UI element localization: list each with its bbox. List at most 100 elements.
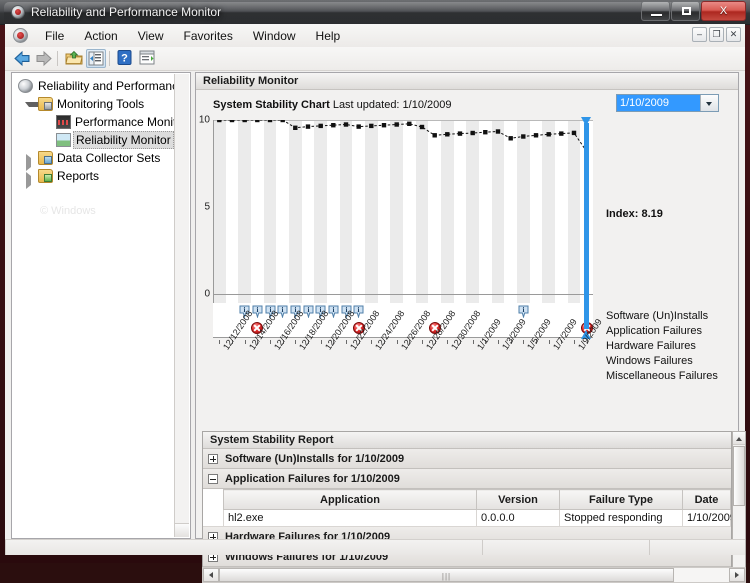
console-tree[interactable]: Reliability and Performance Monitoring T… xyxy=(11,72,191,539)
mdi-close-button[interactable]: ✕ xyxy=(726,27,741,42)
minimize-button[interactable] xyxy=(641,1,670,21)
close-button[interactable]: X xyxy=(701,1,746,21)
help-icon[interactable]: ? xyxy=(116,49,136,68)
report-vertical-scrollbar[interactable] xyxy=(732,431,746,581)
info-icon[interactable]: i xyxy=(252,305,263,319)
column-header-version[interactable]: Version xyxy=(476,489,560,510)
scroll-left-button[interactable] xyxy=(203,568,219,582)
toolbar: ? xyxy=(5,47,745,71)
scroll-down-button[interactable] xyxy=(175,523,189,537)
date-picker[interactable]: 1/10/2009 xyxy=(616,94,719,112)
x-axis-tick xyxy=(295,340,297,344)
marker-shaft xyxy=(584,123,590,329)
menu-items: File Action View Favorites Window Help xyxy=(35,24,350,47)
x-axis-tick xyxy=(422,340,423,344)
status-divider-1 xyxy=(482,540,484,555)
mdi-restore-button[interactable]: ❐ xyxy=(709,27,724,42)
table-header-row: Application Version Failure Type Date xyxy=(203,489,731,510)
chart-title-main: System Stability Chart xyxy=(213,99,330,111)
tree-node-reports[interactable]: Reports xyxy=(16,167,174,189)
show-hide-console-tree-icon[interactable] xyxy=(86,49,106,68)
tree-node-label: Data Collector Sets xyxy=(57,151,161,165)
stability-index-line xyxy=(217,120,589,154)
chevron-down-icon[interactable] xyxy=(700,95,718,111)
pane-header: Reliability Monitor xyxy=(196,73,738,90)
svg-text:i: i xyxy=(358,306,360,314)
table-row[interactable]: hl2.exe 0.0.0.0 Stopped responding 1/10/… xyxy=(203,509,731,527)
column-header-failure-type[interactable]: Failure Type xyxy=(559,489,683,510)
application-failures-table: Application Version Failure Type Date hl… xyxy=(203,489,731,527)
tree-vertical-scrollbar[interactable] xyxy=(174,74,189,537)
menu-help[interactable]: Help xyxy=(306,26,351,46)
menu-action[interactable]: Action xyxy=(74,26,127,46)
up-folder-icon[interactable] xyxy=(64,49,84,68)
expand-icon[interactable] xyxy=(208,454,218,464)
report-section-application-failures[interactable]: Application Failures for 1/10/2009 xyxy=(203,469,731,489)
scroll-thumb[interactable] xyxy=(733,446,745,506)
system-stability-chart: System Stability Chart Last updated: 1/1… xyxy=(196,90,738,415)
tree-node-label: Reliability Monitor xyxy=(73,131,174,149)
reliability-monitor-icon xyxy=(56,133,71,147)
legend-label: Miscellaneous Failures xyxy=(606,370,718,382)
tree-node-label: Reports xyxy=(57,169,100,183)
performance-monitor-icon xyxy=(56,115,71,129)
chart-title: System Stability Chart Last updated: 1/1… xyxy=(213,99,451,111)
collapse-icon[interactable] xyxy=(208,474,218,484)
scroll-track[interactable]: ||| xyxy=(219,568,729,582)
chart-legend: Software (Un)Installs Application Failur… xyxy=(606,309,718,384)
window-controls: X xyxy=(641,1,746,22)
perfmon-root-icon xyxy=(18,79,33,93)
cell-version: 0.0.0.0 xyxy=(476,509,560,527)
svg-text:i: i xyxy=(522,306,524,314)
menu-file[interactable]: File xyxy=(35,26,74,46)
x-axis-tick xyxy=(574,340,575,344)
folder-grey-icon xyxy=(38,97,53,111)
watermark: © Windows xyxy=(40,205,96,217)
x-axis-tick xyxy=(548,340,550,344)
scroll-up-button[interactable] xyxy=(733,432,745,445)
x-axis-labels: 12/12/2008 12/14/2008 12/16/2008 12/18/2008… xyxy=(213,309,604,400)
y-axis-label-0: 0 xyxy=(204,288,210,300)
svg-text:?: ? xyxy=(121,52,128,64)
menu-window[interactable]: Window xyxy=(243,26,306,46)
tree-node-performance-monitor[interactable]: Performance Monitor xyxy=(16,113,187,131)
minimize-icon: – xyxy=(696,29,702,39)
menu-favorites[interactable]: Favorites xyxy=(174,26,243,46)
forward-icon[interactable] xyxy=(34,49,54,68)
report-horizontal-scrollbar[interactable]: ||| xyxy=(202,567,746,583)
tree-node-data-collector-sets[interactable]: Data Collector Sets xyxy=(16,149,174,171)
tree-node-monitoring-tools[interactable]: Monitoring Tools xyxy=(16,95,174,113)
menu-bar: File Action View Favorites Window Help –… xyxy=(5,24,745,48)
status-bar xyxy=(5,539,745,555)
column-header-date[interactable]: Date xyxy=(682,489,731,510)
perfmon-icon xyxy=(11,5,25,19)
maximize-button[interactable] xyxy=(671,1,700,21)
back-icon[interactable] xyxy=(12,49,32,68)
svg-text:i: i xyxy=(256,306,258,314)
cell-failure-type: Stopped responding xyxy=(559,509,683,527)
selected-date-marker[interactable] xyxy=(581,117,592,339)
menu-view[interactable]: View xyxy=(128,26,174,46)
scroll-thumb[interactable]: ||| xyxy=(219,568,674,582)
column-header-application[interactable]: Application xyxy=(223,489,477,510)
tree-node-reliability-monitor[interactable]: Reliability Monitor xyxy=(16,131,174,149)
scroll-right-button[interactable] xyxy=(729,568,745,582)
folder-blue-icon xyxy=(38,151,53,165)
stability-index-value: Index: 8.19 xyxy=(606,208,663,220)
x-axis-tick xyxy=(219,340,221,344)
legend-label: Hardware Failures xyxy=(606,340,696,352)
mdi-minimize-button[interactable]: – xyxy=(692,27,707,42)
x-axis-tick xyxy=(244,340,246,344)
properties-icon[interactable] xyxy=(138,49,158,68)
grip-icon: ||| xyxy=(441,572,452,581)
y-axis-label-10: 10 xyxy=(198,114,210,126)
report-section-software-installs[interactable]: Software (Un)Installs for 1/10/2009 xyxy=(203,449,731,469)
svg-text:i: i xyxy=(332,306,334,314)
y-axis-label-5: 5 xyxy=(204,201,210,213)
close-icon: ✕ xyxy=(729,29,738,39)
svg-text:i: i xyxy=(307,306,309,314)
info-icon[interactable]: i xyxy=(328,305,339,319)
status-divider-2 xyxy=(649,540,651,555)
legend-item-application-failures: Application Failures xyxy=(606,324,718,339)
tree-node-reliability-and-performance[interactable]: Reliability and Performance xyxy=(16,77,185,95)
